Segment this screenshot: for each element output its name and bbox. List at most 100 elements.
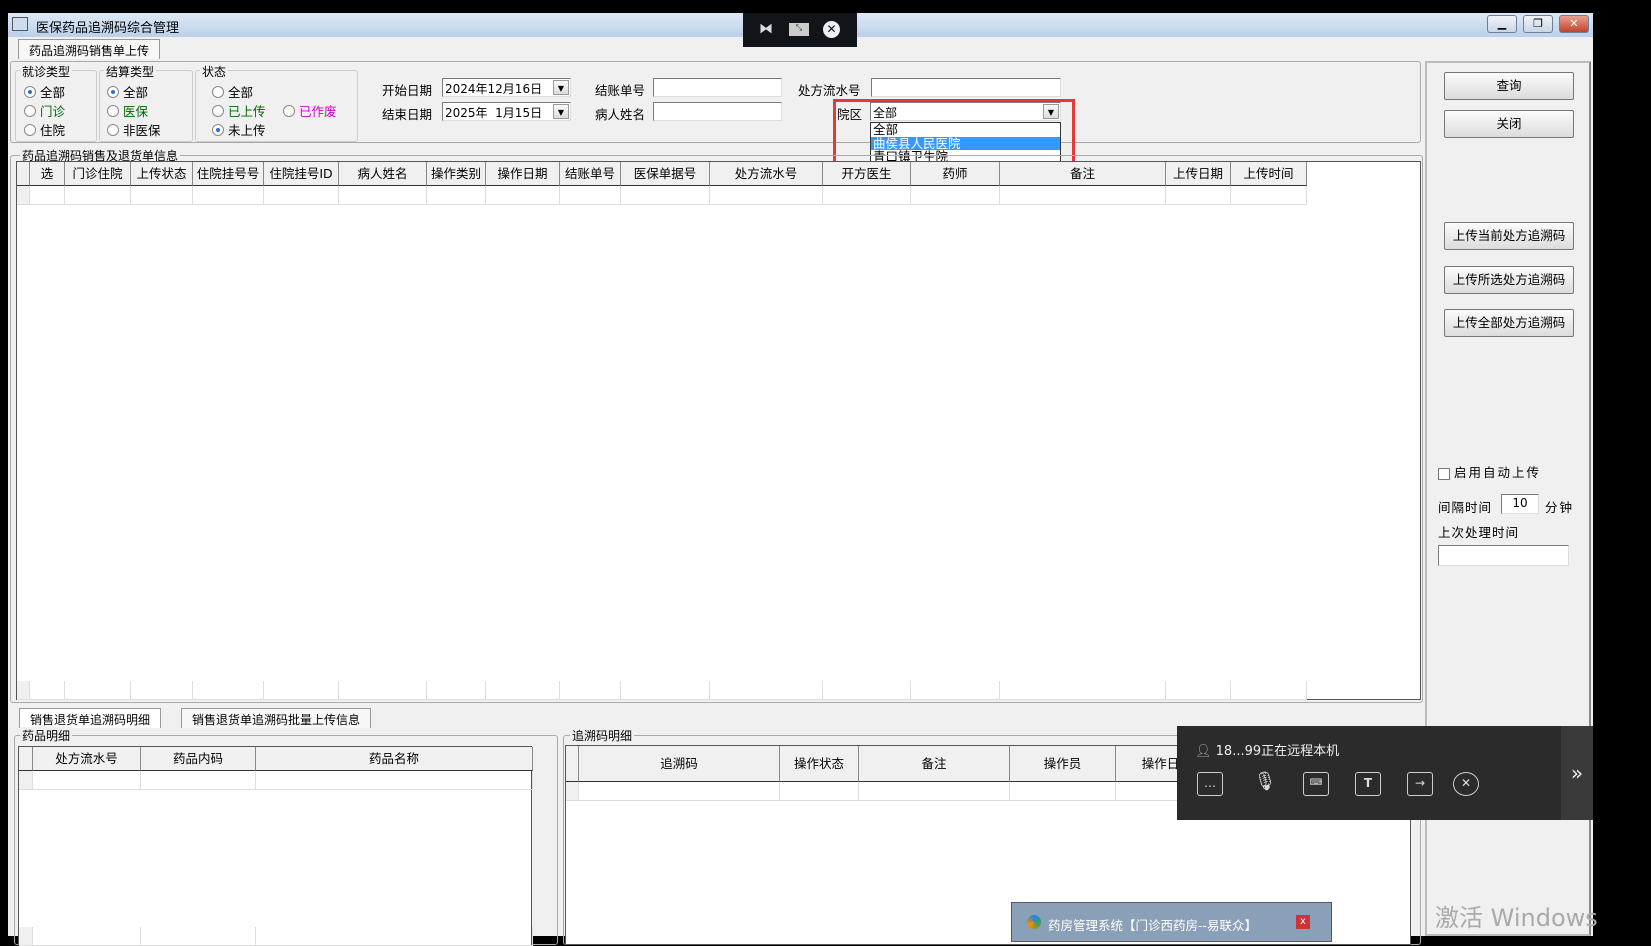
start-date-label: 开始日期: [382, 83, 433, 98]
row-header-corner: [566, 746, 579, 782]
radio-status-all[interactable]: 全部: [212, 82, 253, 101]
last-time-input[interactable]: [1438, 545, 1569, 566]
column-header[interactable]: 结账单号: [560, 162, 621, 186]
radio-visit-outpatient[interactable]: 门诊: [24, 101, 65, 120]
restore-button[interactable]: ❐: [1523, 15, 1553, 33]
column-header[interactable]: 操作员: [1010, 746, 1116, 782]
query-button[interactable]: 查询: [1444, 72, 1574, 100]
drug-detail-grid[interactable]: 处方流水号 药品内码 药品名称: [18, 746, 533, 946]
fullscreen-icon[interactable]: ⤡: [789, 23, 809, 36]
table-cell: [486, 681, 560, 700]
settle-type-label: 结算类型: [104, 63, 157, 80]
column-header[interactable]: 备注: [859, 746, 1010, 782]
column-header[interactable]: 操作类别: [427, 162, 486, 186]
radio-visit-inpatient[interactable]: 住院: [24, 120, 65, 139]
column-header[interactable]: 操作日期: [486, 162, 560, 186]
remote-top-toolbar: ⧓ ⤡ ✕: [743, 13, 857, 47]
table-cell: [30, 186, 65, 205]
column-header[interactable]: 住院挂号号: [193, 162, 264, 186]
tab-sales-upload[interactable]: 药品追溯码销售单上传: [18, 39, 161, 59]
table-cell: [1166, 681, 1231, 700]
close-window-button[interactable]: ✕: [1559, 15, 1589, 33]
disconnect-icon[interactable]: ✕: [1453, 772, 1479, 796]
radio-settle-non-insurance[interactable]: 非医保: [107, 120, 161, 139]
table-cell: [264, 681, 339, 700]
chevron-down-icon[interactable]: ▼: [553, 104, 569, 119]
column-header[interactable]: 上传时间: [1231, 162, 1307, 186]
table-cell: [65, 186, 131, 205]
close-icon[interactable]: x: [1296, 915, 1310, 929]
row-indicator: [19, 927, 33, 946]
column-header[interactable]: 住院挂号ID: [264, 162, 339, 186]
pin-icon[interactable]: ⧓: [759, 21, 773, 37]
table-cell: [911, 186, 1000, 205]
activate-windows-watermark: 激活 Windows: [1435, 904, 1598, 932]
text-icon[interactable]: T: [1355, 772, 1381, 796]
column-header[interactable]: 处方流水号: [710, 162, 823, 186]
expand-chevron-icon[interactable]: »: [1561, 726, 1593, 820]
taskbar-window[interactable]: 药房管理系统【门诊西药房--易联众】 x: [1011, 902, 1332, 942]
upload-all-button[interactable]: 上传全部处方追溯码: [1444, 309, 1574, 337]
end-date-picker[interactable]: 2025年 1月15日 ▼: [442, 102, 571, 121]
row-indicator: [566, 782, 579, 801]
auto-upload-checkbox[interactable]: 启用自动上传: [1438, 462, 1541, 481]
column-header[interactable]: 医保单据号: [621, 162, 710, 186]
column-header[interactable]: 病人姓名: [339, 162, 427, 186]
table-cell: [30, 681, 65, 700]
column-header[interactable]: 选: [30, 162, 65, 186]
tab-trace-detail[interactable]: 销售退货单追溯码明细: [19, 708, 162, 728]
column-header[interactable]: 药师: [911, 162, 1000, 186]
column-header[interactable]: 操作状态: [780, 746, 859, 782]
start-date-picker[interactable]: 2024年12月16日 ▼: [442, 78, 571, 97]
radio-settle-all[interactable]: 全部: [107, 82, 148, 101]
table-cell: [823, 186, 911, 205]
radio-status-voided[interactable]: 已作废: [283, 101, 337, 120]
remote-status-text: 18...99正在远程本机: [1215, 744, 1340, 759]
interval-label: 间隔时间: [1438, 500, 1493, 515]
remote-status: 👤︎ 18...99正在远程本机: [1195, 740, 1339, 759]
interval-input[interactable]: 10: [1501, 494, 1539, 514]
upload-selected-button[interactable]: 上传所选处方追溯码: [1444, 266, 1574, 294]
taskbar-window-title: 药房管理系统【门诊西药房--易联众】: [1048, 918, 1258, 933]
chat-icon[interactable]: …: [1197, 772, 1223, 796]
main-grid[interactable]: 选门诊住院 上传状态 住院挂号号 住院挂号ID 病人姓名 操作类别 操作日期 结账单号 医保单据…: [16, 161, 1421, 700]
table-cell: [1231, 186, 1307, 205]
column-header[interactable]: 备注: [1000, 162, 1166, 186]
table-cell: [621, 186, 710, 205]
radio-status-uploaded[interactable]: 已上传: [212, 101, 266, 120]
table-cell: [911, 681, 1000, 700]
chevron-down-icon[interactable]: ▼: [553, 80, 569, 95]
column-header[interactable]: 药品内码: [141, 747, 256, 771]
microphone-icon[interactable]: 🎙︎: [1252, 772, 1278, 796]
column-header[interactable]: 门诊住院: [65, 162, 131, 186]
window-title: 医保药品追溯码综合管理: [36, 21, 180, 36]
patient-name-input[interactable]: [653, 102, 782, 121]
tab-batch-upload-info[interactable]: 销售退货单追溯码批量上传信息: [181, 708, 372, 728]
table-cell: [65, 681, 131, 700]
table-cell: [33, 927, 141, 946]
radio-settle-insurance[interactable]: 医保: [107, 101, 148, 120]
row-indicator: [17, 681, 30, 700]
minimize-button[interactable]: ▁: [1487, 15, 1517, 33]
row-header-corner: [17, 162, 30, 186]
column-header[interactable]: 上传日期: [1166, 162, 1231, 186]
table-cell: [710, 186, 823, 205]
column-header[interactable]: 处方流水号: [33, 747, 141, 771]
file-transfer-icon[interactable]: →: [1407, 772, 1433, 796]
column-header[interactable]: 上传状态: [131, 162, 193, 186]
column-header[interactable]: 药品名称: [256, 747, 533, 771]
rx-serial-input[interactable]: [871, 78, 1061, 97]
column-header[interactable]: 追溯码: [579, 746, 780, 782]
bill-no-input[interactable]: [653, 78, 782, 97]
table-cell: [193, 186, 264, 205]
close-remote-icon[interactable]: ✕: [823, 21, 840, 38]
upload-current-button[interactable]: 上传当前处方追溯码: [1444, 222, 1574, 250]
radio-status-not-uploaded[interactable]: 未上传: [212, 120, 266, 139]
column-header[interactable]: 开方医生: [823, 162, 911, 186]
close-button[interactable]: 关闭: [1444, 110, 1574, 138]
table-cell: [427, 186, 486, 205]
keyboard-mouse-icon[interactable]: ⌨: [1303, 772, 1329, 796]
table-cell: [1231, 681, 1307, 700]
radio-visit-all[interactable]: 全部: [24, 82, 65, 101]
visit-type-label: 就诊类型: [20, 63, 73, 80]
